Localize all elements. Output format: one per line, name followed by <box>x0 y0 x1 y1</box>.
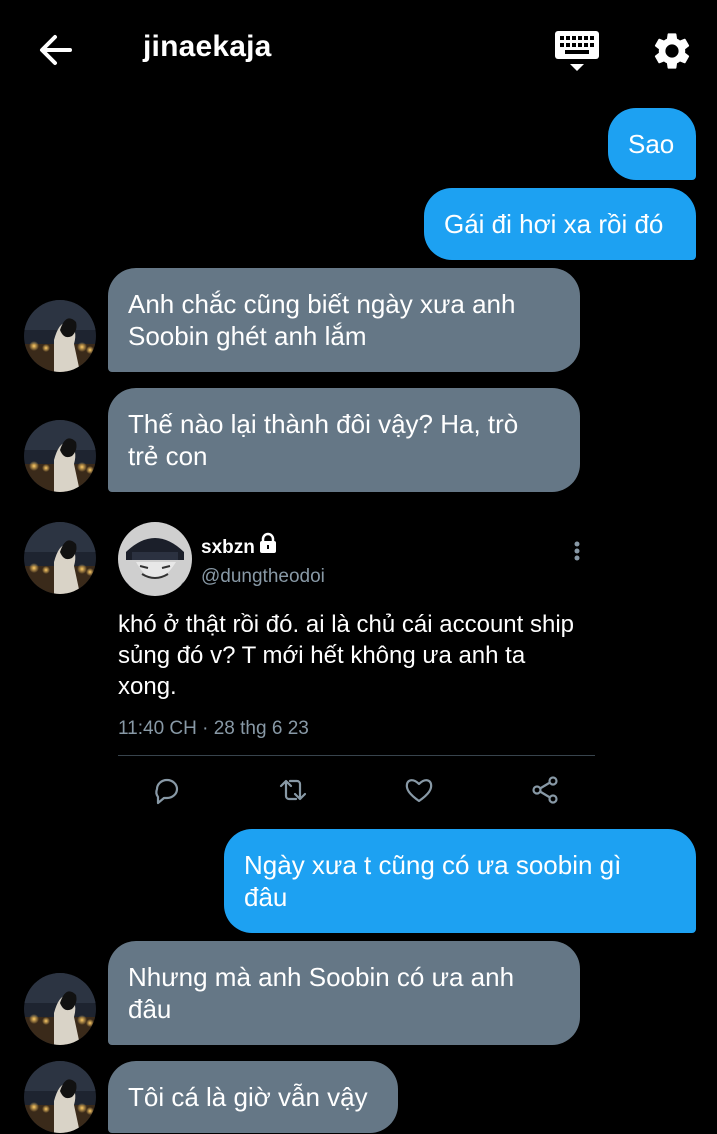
message-bubble-sent[interactable]: Gái đi hơi xa rồi đó <box>424 188 696 260</box>
shared-tweet-card[interactable]: sxbzn @dungtheodoi khó ở thật rồi đó. ai… <box>108 504 595 824</box>
keyboard-icon[interactable] <box>552 28 602 74</box>
message-text: Sao <box>628 129 675 159</box>
message-text: đâu <box>244 882 288 912</box>
contact-avatar[interactable] <box>24 522 96 594</box>
message-text: Tôi cá là giờ vẫn vậy <box>128 1082 368 1112</box>
like-icon[interactable] <box>403 774 435 806</box>
tweet-timestamp: 11:40 CH · 28 thg 6 23 <box>118 718 309 739</box>
contact-avatar[interactable] <box>24 420 96 492</box>
message-bubble-received[interactable]: Anh chắc cũng biết ngày xưa anh Soobin g… <box>108 268 580 372</box>
tweet-text-line: xong. <box>118 673 177 700</box>
gear-icon[interactable] <box>650 29 694 73</box>
tweet-author-handle: @dungtheodoi <box>201 566 325 587</box>
share-icon[interactable] <box>529 774 561 806</box>
message-text: Nhưng mà anh Soobin có ưa anh <box>128 962 515 992</box>
retweet-icon[interactable] <box>277 774 309 806</box>
message-bubble-received[interactable]: Thế nào lại thành đôi vậy? Ha, trò trẻ c… <box>108 388 580 492</box>
tweet-text-line: khó ở thật rồi đó. ai là chủ cái account… <box>118 611 574 638</box>
arrow-left-icon[interactable] <box>36 30 76 70</box>
divider <box>118 755 595 756</box>
tweet-text-line: sủng đó v? T mới hết không ưa anh ta <box>118 642 526 669</box>
tweet-text: khó ở thật rồi đó. ai là chủ cái account… <box>118 609 598 702</box>
message-bubble-received[interactable]: Tôi cá là giờ vẫn vậy <box>108 1061 398 1133</box>
reply-icon[interactable] <box>151 774 183 806</box>
message-text: Gái đi hơi xa rồi đó <box>444 209 664 239</box>
more-options-icon[interactable] <box>570 540 584 562</box>
tweet-author-name[interactable]: sxbzn <box>201 537 255 559</box>
message-bubble-sent[interactable]: Ngày xưa t cũng có ưa soobin gì đâu <box>224 829 696 933</box>
message-text: Soobin ghét anh lắm <box>128 321 367 351</box>
tweet-author-avatar[interactable] <box>118 522 192 596</box>
message-text: Thế nào lại thành đôi vậy? Ha, trò <box>128 409 519 439</box>
message-bubble-received[interactable]: Nhưng mà anh Soobin có ưa anh đâu <box>108 941 580 1045</box>
contact-avatar[interactable] <box>24 973 96 1045</box>
conversation-title: jinaekaja <box>143 30 272 63</box>
top-bar: jinaekaja <box>0 0 717 100</box>
message-text: Anh chắc cũng biết ngày xưa anh <box>128 289 516 319</box>
contact-avatar[interactable] <box>24 300 96 372</box>
contact-avatar[interactable] <box>24 1061 96 1133</box>
message-bubble-sent[interactable]: Sao <box>608 108 696 180</box>
message-text: trẻ con <box>128 441 208 471</box>
lock-icon <box>260 532 276 553</box>
message-text: Ngày xưa t cũng có ưa soobin gì <box>244 850 622 880</box>
message-text: đâu <box>128 994 172 1024</box>
